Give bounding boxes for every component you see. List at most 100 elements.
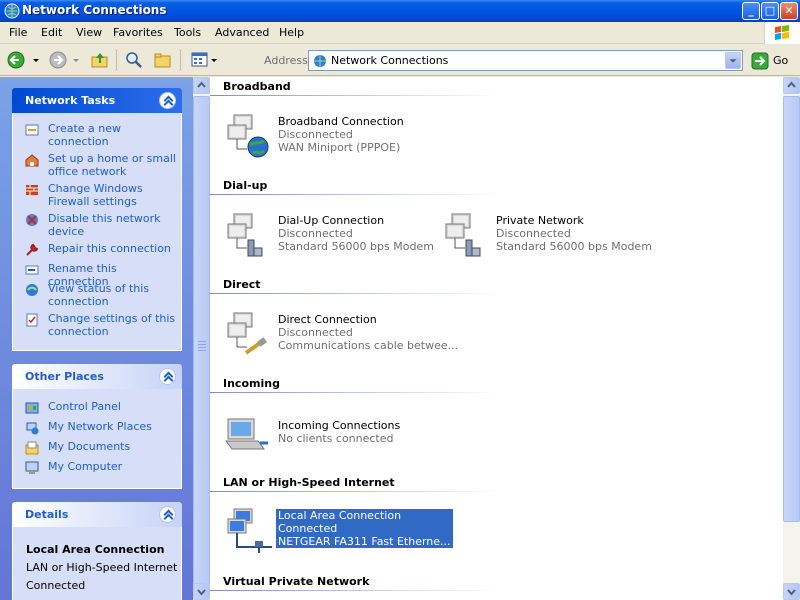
connection-device: NETGEAR FA311 Fast Etherne... xyxy=(278,535,451,548)
group-header-vpn: Virtual Private Network xyxy=(223,575,370,588)
scroll-down-button[interactable] xyxy=(193,583,210,600)
address-input[interactable]: Network Connections xyxy=(308,50,743,71)
window-title: Network Connections xyxy=(22,3,167,17)
details-panel: Details Local Area Connection LAN or Hig… xyxy=(12,502,182,600)
other-places-body: Control Panel My Network Places My Docum… xyxy=(12,389,182,489)
other-places-panel: Other Places Control Panel My Network Pl… xyxy=(12,364,182,489)
group-divider xyxy=(210,95,500,96)
menu-edit[interactable]: Edit xyxy=(41,26,62,39)
folders-icon[interactable] xyxy=(153,50,173,70)
settings-icon xyxy=(26,313,38,327)
go-label: Go xyxy=(773,54,789,67)
other-places-header[interactable]: Other Places xyxy=(12,364,182,389)
group-header-incoming: Incoming xyxy=(223,377,280,390)
menu-file[interactable]: File xyxy=(9,26,27,39)
incoming-connection-icon xyxy=(225,418,268,450)
scroll-up-button[interactable] xyxy=(193,77,210,94)
connection-name: Dial-Up Connection xyxy=(278,214,385,227)
network-tasks-header[interactable]: Network Tasks xyxy=(12,88,182,113)
forward-button[interactable] xyxy=(48,50,82,70)
connection-status: Disconnected xyxy=(278,227,353,240)
toolbar-separator xyxy=(116,49,117,71)
details-title: Details xyxy=(25,508,69,521)
connection-name: Broadband Connection xyxy=(278,115,404,128)
details-header[interactable]: Details xyxy=(12,502,182,527)
repair-icon xyxy=(26,243,39,256)
connection-device: Standard 56000 bps Modem xyxy=(278,240,434,253)
direct-connection-icon xyxy=(227,312,267,355)
maximize-button[interactable]: □ xyxy=(761,2,779,20)
go-button[interactable]: Go xyxy=(749,51,799,71)
network-tasks-panel: Network Tasks Create a new connection Se… xyxy=(12,88,182,351)
lan-connection-icon xyxy=(227,508,272,553)
toolbar-separator xyxy=(180,49,181,71)
broadband-connection-icon xyxy=(227,114,269,158)
details-body: Local Area Connection LAN or High-Speed … xyxy=(12,527,182,600)
menu-advanced[interactable]: Advanced xyxy=(215,26,269,39)
connection-broadband[interactable]: Broadband Connection Disconnected WAN Mi… xyxy=(224,113,434,159)
minimize-button[interactable]: _ xyxy=(742,2,760,20)
menu-favorites[interactable]: Favorites xyxy=(113,26,163,39)
computer-icon xyxy=(25,461,39,474)
task-pane-scrollbar[interactable] xyxy=(193,77,210,600)
scroll-up-button[interactable] xyxy=(783,77,800,94)
menu-tools[interactable]: Tools xyxy=(174,26,201,39)
network-connections-icon xyxy=(314,55,326,67)
connections-list: Broadband Broadband Connection Disconnec… xyxy=(210,77,783,600)
connection-device: Standard 56000 bps Modem xyxy=(496,240,652,253)
disable-icon xyxy=(26,214,38,226)
network-connections-icon xyxy=(4,3,20,19)
menu-view[interactable]: View xyxy=(76,26,102,39)
connection-name: Direct Connection xyxy=(278,313,377,326)
task-pane: Network Tasks Create a new connection Se… xyxy=(0,77,193,600)
group-header-dial-up: Dial-up xyxy=(223,179,268,192)
menu-help[interactable]: Help xyxy=(279,26,304,39)
details-status: Connected xyxy=(26,579,86,592)
documents-icon xyxy=(25,441,39,455)
address-dropdown-button[interactable] xyxy=(725,52,741,69)
collapse-chevron-icon[interactable] xyxy=(159,506,176,523)
collapse-chevron-icon[interactable] xyxy=(159,92,176,109)
connection-name: Local Area Connection xyxy=(278,509,402,522)
group-divider xyxy=(210,590,500,591)
firewall-icon xyxy=(26,185,38,195)
connection-status: Connected xyxy=(278,522,338,535)
address-label: Address xyxy=(264,54,308,67)
close-button[interactable]: ✕ xyxy=(780,2,798,20)
status-icon xyxy=(26,284,38,296)
group-header-broadband: Broadband xyxy=(223,80,291,93)
menu-bar: File Edit View Favorites Tools Advanced … xyxy=(0,22,800,44)
connection-local-area[interactable]: Local Area Connection Connected NETGEAR … xyxy=(224,507,453,553)
search-icon[interactable] xyxy=(124,50,144,70)
views-icon[interactable] xyxy=(190,50,220,70)
connection-status: Disconnected xyxy=(278,128,353,141)
title-bar: Network Connections _ □ ✕ xyxy=(0,0,800,22)
network-places-icon xyxy=(26,422,39,435)
new-connection-icon xyxy=(25,124,39,136)
content-scrollbar[interactable] xyxy=(783,77,800,600)
details-name: Local Area Connection xyxy=(26,543,165,556)
windows-logo-icon xyxy=(764,22,800,44)
dial-up-connection-icon xyxy=(445,213,481,257)
other-places-title: Other Places xyxy=(25,370,104,383)
scroll-thumb[interactable] xyxy=(193,96,210,599)
connection-direct[interactable]: Direct Connection Disconnected Communica… xyxy=(224,311,458,357)
rename-icon xyxy=(25,265,39,275)
details-type: LAN or High-Speed Internet xyxy=(26,561,178,574)
back-button[interactable] xyxy=(6,50,42,70)
collapse-chevron-icon[interactable] xyxy=(159,368,176,385)
group-divider xyxy=(210,293,500,294)
group-divider xyxy=(210,491,500,492)
group-divider xyxy=(210,392,500,393)
scroll-down-button[interactable] xyxy=(783,583,800,600)
connection-dial-up[interactable]: Dial-Up Connection Disconnected Standard… xyxy=(224,212,434,258)
connection-incoming[interactable]: Incoming Connections No clients connecte… xyxy=(224,417,434,463)
connection-name: Private Network xyxy=(496,214,584,227)
connection-private-network[interactable]: Private Network Disconnected Standard 56… xyxy=(442,212,652,258)
group-header-direct: Direct xyxy=(223,278,261,291)
up-folder-icon[interactable] xyxy=(90,50,110,70)
connection-status: Disconnected xyxy=(496,227,571,240)
address-value: Network Connections xyxy=(331,54,449,67)
scroll-thumb[interactable] xyxy=(783,96,800,522)
network-tasks-title: Network Tasks xyxy=(25,94,116,107)
